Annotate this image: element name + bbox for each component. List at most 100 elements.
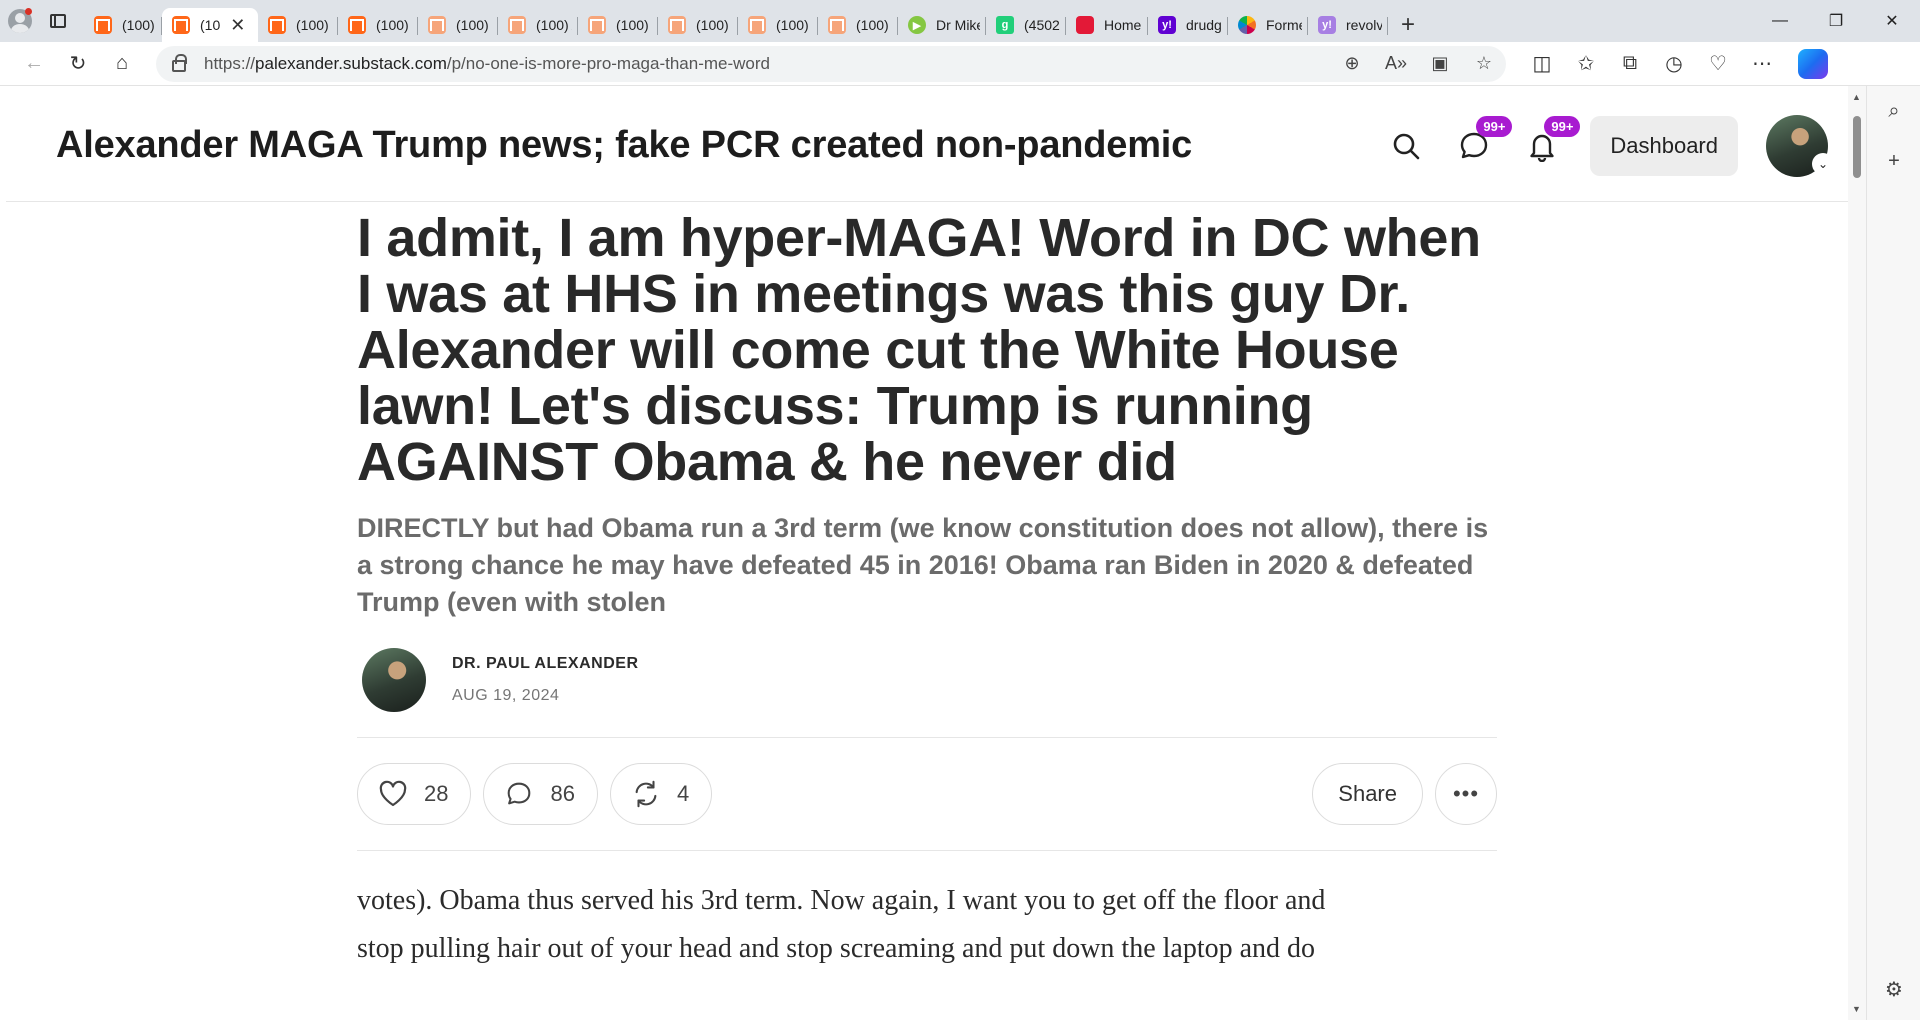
url-path: /p/no-one-is-more-pro-maga-than-me-word [446,53,770,73]
browser-tab[interactable]: (100) D [818,8,898,42]
browser-tab[interactable]: (100) D [338,8,418,42]
new-tab-button[interactable]: + [1388,8,1428,42]
scrollbar-thumb[interactable] [1853,116,1861,178]
read-aloud-icon[interactable]: A» [1374,53,1418,74]
heart-icon [379,780,407,807]
site-header: Alexander MAGA Trump news; fake PCR crea… [6,90,1848,202]
tab-title: Former [1266,17,1302,33]
substack-icon [828,16,846,34]
publication-title[interactable]: Alexander MAGA Trump news; fake PCR crea… [56,124,1192,167]
tab-title: (10 [200,17,221,33]
profile-notification-dot [25,8,32,15]
post-byline: DR. PAUL ALEXANDER AUG 19, 2024 [357,645,1497,715]
immersive-reader-icon[interactable]: ▣ [1418,53,1462,74]
like-count: 28 [424,781,449,806]
web-page: Alexander MAGA Trump news; fake PCR crea… [6,90,1848,1020]
browser-tab[interactable]: (100) H [738,8,818,42]
divider-bottom [357,850,1497,851]
scroll-down-icon[interactable]: ▼ [1852,1004,1861,1014]
chevron-down-icon: ⌄ [1812,153,1834,175]
refresh-icon: ↻ [69,53,87,75]
more-options-button[interactable]: ••• [1435,763,1497,825]
browser-tab-strip: (100) Su (10 ✕ (100) M (100) D (100) S (100) A… [0,0,1920,42]
browser-tab[interactable]: ▶ Dr Mike [898,8,986,42]
body-paragraph-line: votes). Obama thus served his 3rd term. … [357,885,1326,916]
share-button[interactable]: Share [1312,763,1423,825]
back-button[interactable]: ← [12,46,56,82]
notifications-button[interactable]: 99+ [1510,114,1581,178]
settings-menu-icon[interactable]: ⋯ [1740,46,1784,82]
split-screen-icon[interactable]: ◫ [1520,46,1564,82]
browser-tab[interactable]: (10 ✕ [162,8,258,42]
browser-tab[interactable]: (100) D [578,8,658,42]
scroll-up-icon[interactable]: ▲ [1852,92,1861,102]
rumble-icon: ▶ [908,16,926,34]
browser-essentials-icon[interactable]: ♡ [1696,46,1740,82]
substack-icon [348,16,366,34]
header-actions: 99+ 99+ Dashboard ⌄ [1370,114,1834,178]
history-icon[interactable]: ◷ [1652,46,1696,82]
browser-toolbar: ← ↻ ⌂ https://palexander.substack.com/p/… [0,42,1920,86]
restack-count: 4 [676,781,690,806]
tab-title: drudge [1186,17,1222,33]
page-scrollbar[interactable]: ▲ ▼ [1848,86,1866,1020]
comments-button[interactable]: 86 [483,763,598,825]
home-icon: ⌂ [115,52,129,74]
collections-icon[interactable]: ⧉ [1608,46,1652,82]
substack-icon [172,16,190,34]
minimize-button[interactable]: — [1752,0,1808,42]
chat-button[interactable]: 99+ [1442,114,1513,178]
substack-icon [428,16,446,34]
sidebar-settings-icon[interactable]: ⚙ [1867,964,1920,1014]
browser-tab[interactable]: Home | [1066,8,1148,42]
zoom-icon[interactable]: ⊕ [1330,53,1374,74]
sidebar-search-icon[interactable]: ⌕ [1867,86,1920,136]
tab-title: (100) D [616,17,652,33]
browser-tab[interactable]: Former [1228,8,1308,42]
browser-tab[interactable]: y! drudge [1148,8,1228,42]
dashboard-button[interactable]: Dashboard [1590,116,1738,176]
tab-actions-icon [50,14,66,28]
tab-title: (4502) [1024,17,1060,33]
msn-icon [1076,16,1094,34]
address-bar[interactable]: https://palexander.substack.com/p/no-one… [156,45,1506,82]
close-tab-icon[interactable]: ✕ [230,15,245,36]
edge-sidebar: ⌕ + ⚙ [1866,86,1920,1020]
browser-tab[interactable]: y! revolve [1308,8,1388,42]
like-button[interactable]: 28 [357,763,472,825]
close-window-button[interactable]: ✕ [1864,0,1920,42]
substack-icon [94,16,112,34]
favorite-star-icon[interactable]: ☆ [1462,53,1506,74]
post-headline: I admit, I am hyper-MAGA! Word in DC whe… [357,208,1481,492]
restack-button[interactable]: 4 [609,763,713,825]
browser-tab[interactable]: (100) S [418,8,498,42]
post-subtitle: DIRECTLY but had Obama run a 3rd term (w… [357,513,1489,617]
browser-profile-button[interactable] [0,0,40,42]
refresh-button[interactable]: ↻ [56,46,100,82]
substack-icon [588,16,606,34]
restore-button[interactable]: ❐ [1808,0,1864,42]
url-text[interactable]: https://palexander.substack.com/p/no-one… [204,54,1330,74]
tab-actions-button[interactable] [40,0,76,42]
favorites-icon[interactable]: ✩ [1564,46,1608,82]
author-name[interactable]: DR. PAUL ALEXANDER [452,655,639,673]
copilot-icon[interactable] [1798,48,1828,79]
user-menu-button[interactable]: ⌄ [1752,115,1834,177]
tab-title: (100) M [296,17,332,33]
search-button[interactable] [1374,114,1438,178]
author-avatar[interactable] [362,648,426,712]
browser-tab[interactable]: (100) Su [84,8,162,42]
tab-title: (100) S [456,17,492,33]
browser-tab[interactable]: (100) A [498,8,578,42]
browser-tab[interactable]: (100) G [658,8,738,42]
browser-tab[interactable]: (100) M [258,8,338,42]
substack-icon [748,16,766,34]
substack-icon [508,16,526,34]
browser-tab[interactable]: g (4502) [986,8,1066,42]
tab-separator [1387,17,1388,35]
home-button[interactable]: ⌂ [100,46,144,82]
window-controls: — ❐ ✕ [1752,0,1920,42]
sidebar-add-icon[interactable]: + [1867,136,1920,186]
tab-title: (100) Su [122,17,156,33]
substack-icon [268,16,286,34]
